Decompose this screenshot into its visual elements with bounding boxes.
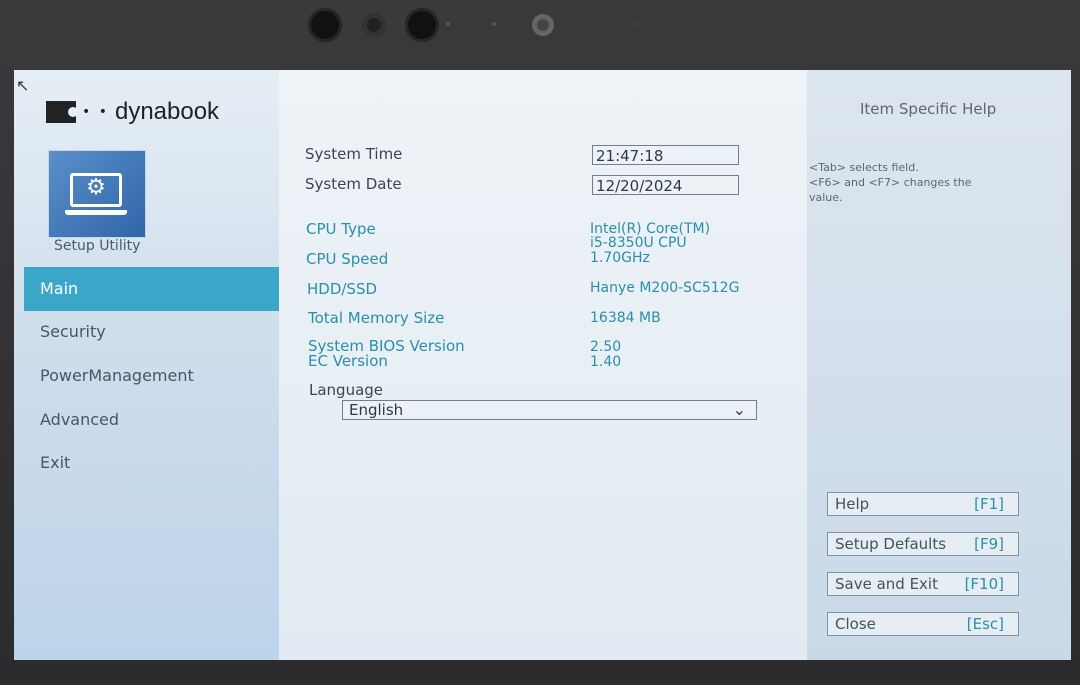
language-select[interactable]: English ⌄ <box>342 400 757 420</box>
help-panel: Item Specific Help <Tab> selects field. … <box>807 70 1071 660</box>
ec-version-value: 1.40 <box>590 354 622 370</box>
help-line-2: <F6> and <F7> changes the <box>809 176 972 189</box>
brand-logo: • • dynabook <box>46 98 219 126</box>
cpu-speed-label: CPU Speed <box>306 250 389 268</box>
close-button-label: Close <box>835 615 876 633</box>
hdd-ssd-label: HDD/SSD <box>307 280 378 298</box>
help-line-1: <Tab> selects field. <box>809 161 919 174</box>
camera-lens-icon <box>362 13 386 37</box>
indicator-dot-icon <box>492 22 496 26</box>
laptop-base-icon <box>65 210 127 215</box>
indicator-dot-icon <box>446 22 450 26</box>
ec-version-label: EC Version <box>308 352 388 370</box>
sidebar-item-advanced[interactable]: Advanced <box>24 398 279 442</box>
setup-utility-tile: ⚙ <box>48 150 146 238</box>
camera-sensor-icon <box>405 8 439 42</box>
setup-defaults-label: Setup Defaults <box>835 535 947 553</box>
help-text: <Tab> selects field. <F6> and <F7> chang… <box>809 160 1009 205</box>
save-and-exit-label: Save and Exit <box>835 575 938 593</box>
cpu-type-value-line1: Intel(R) Core(TM) <box>590 221 711 237</box>
hdd-ssd-value: Hanye M200-SC512G <box>590 280 740 296</box>
setup-utility-label: Setup Utility <box>54 238 141 254</box>
indicator-dot-icon <box>635 22 639 26</box>
help-button-label: Help <box>835 495 870 513</box>
gear-icon: ⚙ <box>86 175 106 200</box>
mouse-pointer-icon: ↖ <box>16 76 30 95</box>
save-and-exit-button[interactable]: Save and Exit [F10] <box>827 572 1019 596</box>
language-value: English <box>349 401 404 419</box>
sidebar: • • dynabook ⚙ Setup Utility Main Securi… <box>14 70 279 660</box>
brand-name: dynabook <box>114 98 220 125</box>
bios-version-value: 2.50 <box>590 339 622 355</box>
help-line-3: value. <box>809 191 843 204</box>
sidebar-item-security[interactable]: Security <box>24 310 279 354</box>
bios-version-label: System BIOS Version <box>308 337 465 355</box>
close-button[interactable]: Close [Esc] <box>827 612 1019 636</box>
save-and-exit-key: [F10] <box>964 575 1004 593</box>
sidebar-item-main[interactable]: Main <box>24 267 279 311</box>
total-memory-label: Total Memory Size <box>308 309 445 327</box>
help-button[interactable]: Help [F1] <box>827 492 1019 516</box>
total-memory-value: 16384 MB <box>590 310 661 326</box>
bios-screen: • • dynabook ⚙ Setup Utility Main Securi… <box>14 70 1071 660</box>
system-time-label: System Time <box>305 145 403 163</box>
cpu-type-label: CPU Type <box>306 220 376 238</box>
cpu-speed-value: 1.70GHz <box>590 250 650 266</box>
brand-mark-icon <box>46 101 78 123</box>
main-panel: System Time 21:47:18 System Date 12/20/2… <box>279 70 807 660</box>
brand-dots: • • <box>82 104 109 120</box>
language-label: Language <box>309 381 384 399</box>
webcam-icon <box>532 14 554 36</box>
system-date-label: System Date <box>305 175 402 193</box>
system-time-field[interactable]: 21:47:18 <box>592 145 739 165</box>
system-date-field[interactable]: 12/20/2024 <box>592 175 739 195</box>
sidebar-item-exit[interactable]: Exit <box>24 441 279 485</box>
help-title: Item Specific Help <box>860 100 997 118</box>
camera-sensor-icon <box>308 8 342 42</box>
help-button-key: [F1] <box>974 495 1004 513</box>
setup-defaults-key: [F9] <box>974 535 1004 553</box>
sidebar-item-power-management[interactable]: PowerManagement <box>24 354 279 398</box>
chevron-down-icon: ⌄ <box>732 400 746 419</box>
setup-defaults-button[interactable]: Setup Defaults [F9] <box>827 532 1019 556</box>
cpu-type-value-line2: i5-8350U CPU <box>590 235 687 251</box>
close-button-key: [Esc] <box>966 615 1004 633</box>
